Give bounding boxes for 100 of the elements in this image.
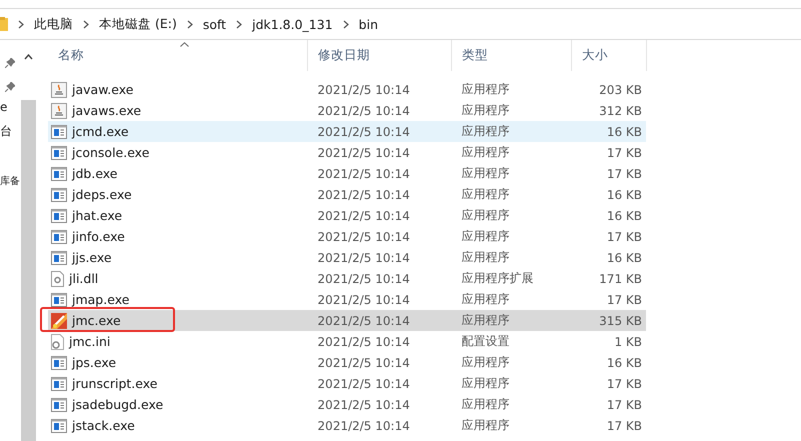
file-type: 应用程序 [460,165,510,182]
file-size: 315 KB [598,314,643,328]
file-type: 应用程序 [460,81,510,98]
modified-date: 2021/2/5 10:14 [316,334,411,348]
file-size: 16 KB [606,188,643,202]
file-row[interactable]: jmap.exe 2021/2/5 10:14 应用程序 17 KB [48,289,646,310]
file-size: 17 KB [606,166,643,180]
file-type: 应用程序 [460,102,510,119]
file-type: 应用程序 [460,417,510,434]
modified-date: 2021/2/5 10:14 [316,188,411,202]
file-name: jli.dll [69,271,98,286]
breadcrumb-item[interactable]: 此电脑 [34,16,73,32]
mission-control-icon [51,312,67,328]
file-size: 1 KB [613,334,643,348]
application-icon [51,166,67,180]
modified-date: 2021/2/5 10:14 [316,104,411,118]
file-row[interactable]: jli.dll 2021/2/5 10:14 应用程序扩展 171 KB [48,268,646,289]
file-type: 应用程序 [460,207,510,224]
file-type: 应用程序 [460,354,510,371]
file-name: jsadebugd.exe [72,397,164,412]
modified-date: 2021/2/5 10:14 [316,146,411,160]
java-app-icon [51,102,67,118]
address-bar[interactable]: 此电脑 本地磁盘 (E:) soft jdk1.8.0_131 bin [0,8,801,40]
file-row[interactable]: javaw.exe 2021/2/5 10:14 应用程序 203 KB [48,79,646,100]
modified-date: 2021/2/5 10:14 [316,166,411,180]
file-type: 应用程序 [460,123,510,140]
file-type: 应用程序扩展 [460,270,534,287]
file-type: 应用程序 [460,144,510,161]
file-row[interactable]: javaws.exe 2021/2/5 10:14 应用程序 312 KB [48,100,646,121]
file-row[interactable]: jdb.exe 2021/2/5 10:14 应用程序 17 KB [48,163,646,184]
chevron-icon [83,20,89,28]
file-name: jdb.exe [72,166,118,181]
folder-icon [0,17,8,31]
column-header[interactable]: 名称 [48,40,308,71]
column-header[interactable]: 修改日期 [308,40,452,71]
file-row[interactable]: jhat.exe 2021/2/5 10:14 应用程序 16 KB [48,205,646,226]
breadcrumb-item[interactable]: bin [358,16,378,32]
file-row[interactable]: jjs.exe 2021/2/5 10:14 应用程序 16 KB [48,247,646,268]
file-size: 16 KB [606,356,643,370]
breadcrumb-item[interactable]: soft [202,16,226,32]
file-row[interactable]: jinfo.exe 2021/2/5 10:14 应用程序 17 KB [48,226,646,247]
application-icon [51,146,67,160]
modified-date: 2021/2/5 10:14 [316,292,411,306]
file-name: jconsole.exe [72,145,150,160]
file-name: jstack.exe [72,418,135,433]
modified-date: 2021/2/5 10:14 [316,418,411,432]
file-type: 应用程序 [460,396,510,413]
file-size: 17 KB [606,418,643,432]
column-header[interactable]: 大小 [572,40,647,71]
file-size: 17 KB [606,146,643,160]
chevron-icon [342,20,349,28]
file-row[interactable]: jrunscript.exe 2021/2/5 10:14 应用程序 17 KB [48,373,646,394]
file-size: 16 KB [606,208,643,222]
file-row[interactable]: jps.exe 2021/2/5 10:14 应用程序 16 KB [48,352,646,373]
settings-file-icon [51,334,64,350]
file-row[interactable]: jmc.ini 2021/2/5 10:14 配置设置 1 KB [48,331,646,352]
application-icon [51,292,67,306]
application-icon [51,376,67,390]
modified-date: 2021/2/5 10:14 [316,124,411,138]
column-header[interactable]: 类型 [452,40,572,71]
file-name: jmc.exe [72,313,121,328]
file-row[interactable]: jdeps.exe 2021/2/5 10:14 应用程序 16 KB [48,184,646,205]
file-size: 17 KB [606,230,643,244]
modified-date: 2021/2/5 10:14 [316,230,411,244]
file-row[interactable]: jstack.exe 2021/2/5 10:14 应用程序 17 KB [48,415,646,436]
file-size: 17 KB [606,376,643,390]
file-type: 应用程序 [460,186,510,203]
file-type: 应用程序 [460,312,510,329]
java-app-icon [51,82,67,98]
scroll-up-icon[interactable] [24,54,33,60]
file-type: 应用程序 [460,228,510,245]
modified-date: 2021/2/5 10:14 [316,314,411,328]
file-size: 171 KB [598,272,643,286]
application-icon [51,250,67,264]
file-type: 应用程序 [460,291,510,308]
file-name: jhat.exe [72,208,122,223]
modified-date: 2021/2/5 10:14 [316,272,411,286]
file-name: jcmd.exe [72,124,129,139]
file-type: 配置设置 [460,333,510,350]
nav-item[interactable]: 库备 [0,174,20,188]
nav-item[interactable]: 台 [0,123,12,140]
modified-date: 2021/2/5 10:14 [316,376,411,390]
nav-item[interactable]: e [0,100,8,114]
pin-icon [5,58,15,68]
application-icon [51,356,67,370]
file-size: 17 KB [606,398,643,412]
modified-date: 2021/2/5 10:14 [316,398,411,412]
chevron-icon [236,20,242,28]
application-icon [51,124,67,138]
modified-date: 2021/2/5 10:14 [316,356,411,370]
file-name: jdeps.exe [72,187,132,202]
breadcrumb-item[interactable]: jdk1.8.0_131 [252,16,333,32]
file-name: jmc.ini [69,334,110,349]
file-row[interactable]: jcmd.exe 2021/2/5 10:14 应用程序 16 KB [48,121,646,142]
file-row[interactable]: jconsole.exe 2021/2/5 10:14 应用程序 17 KB [48,142,646,163]
file-row[interactable]: jsadebugd.exe 2021/2/5 10:14 应用程序 17 KB [48,394,646,415]
breadcrumb-item[interactable]: 本地磁盘 (E:) [99,16,177,32]
pin-icon [5,82,15,92]
application-icon [51,230,67,244]
gear-file-icon [51,270,64,286]
